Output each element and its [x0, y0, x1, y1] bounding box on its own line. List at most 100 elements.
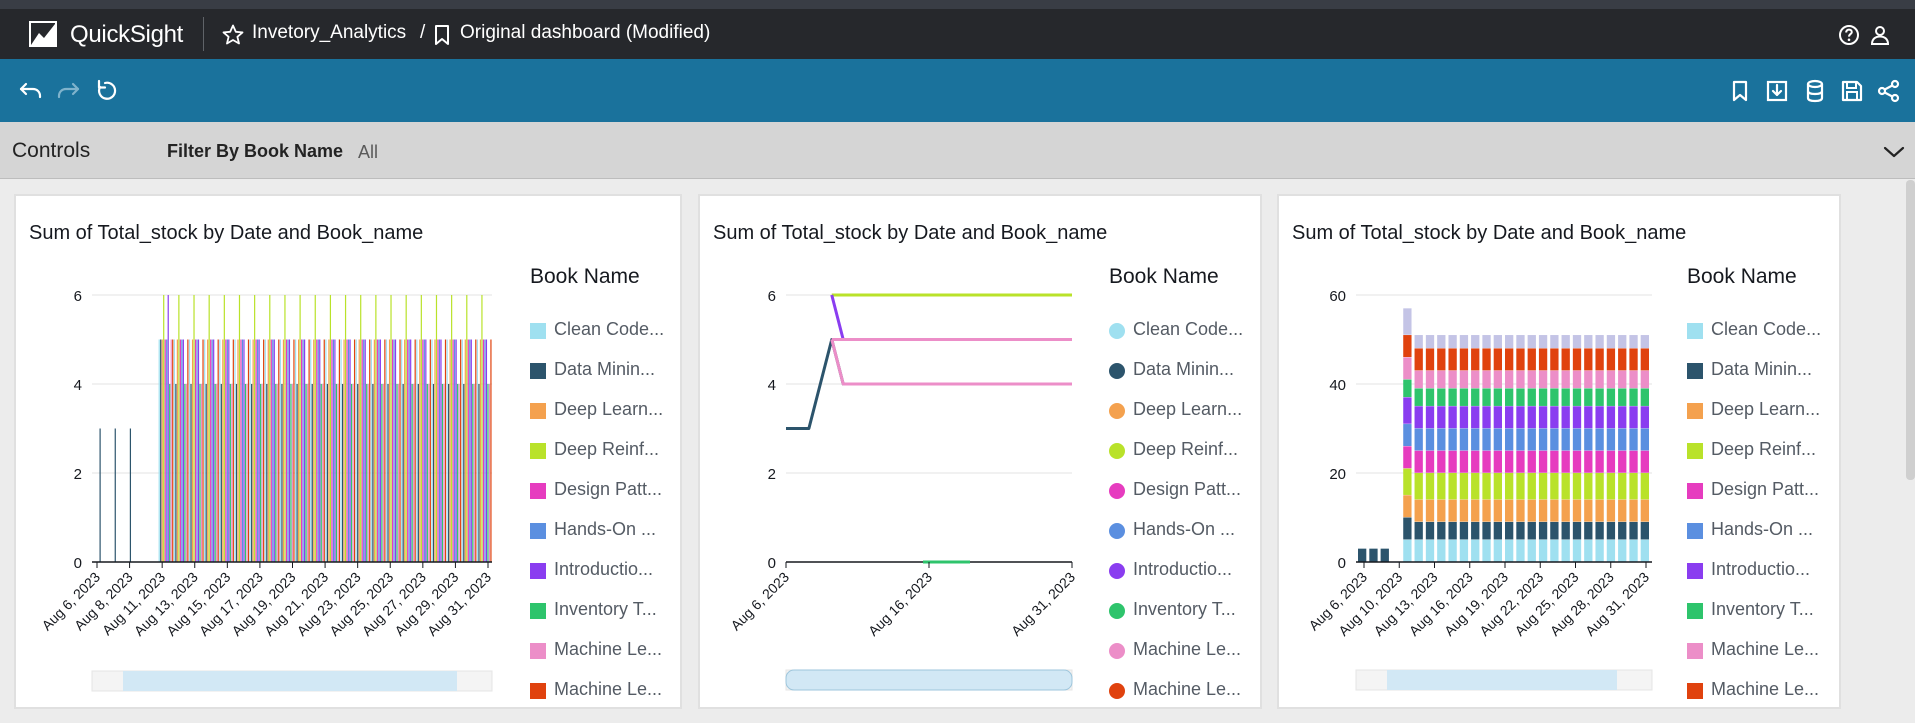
bar	[190, 384, 192, 562]
bar-segment	[1448, 388, 1457, 406]
bar-segment	[1448, 521, 1457, 540]
bar-segment	[1584, 348, 1593, 371]
bar-segment	[1618, 428, 1627, 451]
bar	[316, 339, 318, 562]
bar	[482, 339, 485, 562]
bar	[269, 295, 271, 562]
bar	[222, 339, 224, 562]
y-tick-label: 0	[74, 555, 82, 572]
bar	[438, 339, 441, 562]
bar-segment	[1640, 450, 1649, 473]
bar-segment	[1459, 539, 1469, 562]
bar-segment	[1584, 335, 1593, 349]
bar	[444, 339, 447, 562]
bar-segment	[1403, 379, 1412, 398]
bar-segment	[1538, 521, 1548, 540]
nav-divider	[203, 17, 204, 51]
bar-segment	[1527, 348, 1536, 371]
bar	[472, 384, 474, 562]
bar	[448, 384, 450, 562]
bar	[391, 339, 394, 562]
bar	[422, 339, 424, 562]
bar-segment	[1448, 335, 1457, 349]
top-navbar: QuickSight Invetory_Analytics / Original…	[0, 9, 1915, 59]
help-icon[interactable]	[1838, 24, 1860, 46]
bar-segment	[1414, 388, 1423, 406]
bar	[458, 384, 460, 562]
bar-segment	[1584, 450, 1593, 473]
bar-segment	[1403, 468, 1412, 495]
bar	[393, 339, 395, 562]
bar-segment	[1482, 450, 1491, 473]
bar-segment	[1550, 388, 1559, 406]
bar	[317, 339, 319, 562]
bar	[454, 339, 456, 562]
bar-segment	[1538, 499, 1548, 522]
bar-segment	[1584, 499, 1593, 522]
chevron-down-icon[interactable]	[1882, 140, 1906, 164]
bar-segment	[1640, 539, 1649, 562]
visual-panel-3[interactable]: Sum of Total_stock by Date and Book_name…	[1277, 194, 1841, 709]
bar	[425, 339, 427, 562]
bar	[452, 339, 454, 562]
bar-segment	[1437, 335, 1446, 349]
bar-segment	[1493, 428, 1502, 451]
share-icon[interactable]	[1876, 78, 1902, 104]
bar-segment	[1572, 521, 1582, 540]
visual-panel-1[interactable]: Sum of Total_stock by Date and Book_name…	[14, 194, 682, 709]
visual-panel-2[interactable]: Sum of Total_stock by Date and Book_name…	[698, 194, 1262, 709]
bar-segment	[1493, 521, 1502, 540]
bar	[441, 384, 444, 562]
user-icon[interactable]	[1869, 24, 1891, 46]
bar-segment	[1595, 406, 1604, 429]
breadcrumb-dashboard[interactable]: Original dashboard (Modified)	[460, 22, 710, 44]
breadcrumb-analysis[interactable]: Invetory_Analytics	[252, 22, 406, 44]
bar-segment	[1471, 335, 1480, 349]
bar	[390, 295, 392, 562]
bar	[394, 339, 397, 562]
bar-segment	[1493, 388, 1502, 406]
bar-segment	[1595, 539, 1604, 562]
bar-segment	[1618, 335, 1627, 349]
bar	[238, 295, 241, 562]
bar	[469, 339, 471, 562]
bar	[478, 384, 480, 562]
bar	[293, 339, 295, 562]
bar-segment	[1538, 388, 1548, 406]
bar	[314, 295, 316, 562]
undo-icon[interactable]	[18, 78, 44, 104]
bar-segment	[1414, 521, 1423, 540]
dataset-icon[interactable]	[1802, 78, 1828, 104]
bar	[228, 339, 230, 562]
save-icon[interactable]	[1839, 78, 1865, 104]
y-tick-label: 6	[74, 288, 82, 305]
bar-segment	[1369, 548, 1378, 562]
range-thumb	[785, 669, 1073, 691]
bar	[485, 339, 488, 562]
bar	[229, 384, 231, 562]
y-tick-label: 4	[74, 377, 82, 394]
redo-icon[interactable]	[55, 78, 81, 104]
bar-segment	[1414, 499, 1423, 522]
bar	[428, 384, 430, 562]
controls-title[interactable]: Controls	[12, 139, 90, 163]
bar	[384, 339, 386, 562]
bar	[319, 339, 321, 562]
star-icon[interactable]	[221, 23, 245, 47]
bar-segment	[1448, 428, 1457, 451]
bar	[375, 295, 377, 562]
bar-segment	[1459, 348, 1469, 371]
bar	[490, 339, 492, 562]
filter-value[interactable]: All	[358, 142, 378, 163]
bar	[287, 339, 289, 562]
bookmark-icon[interactable]	[1727, 78, 1753, 104]
bar-segment	[1561, 428, 1570, 451]
reset-icon[interactable]	[94, 78, 120, 104]
download-icon[interactable]	[1764, 78, 1790, 104]
bar-segment	[1595, 370, 1604, 389]
bar	[463, 384, 465, 562]
page-scrollbar[interactable]	[1906, 180, 1915, 480]
bar	[278, 339, 280, 562]
bar-segment	[1414, 370, 1423, 389]
bar-segment	[1561, 406, 1570, 429]
